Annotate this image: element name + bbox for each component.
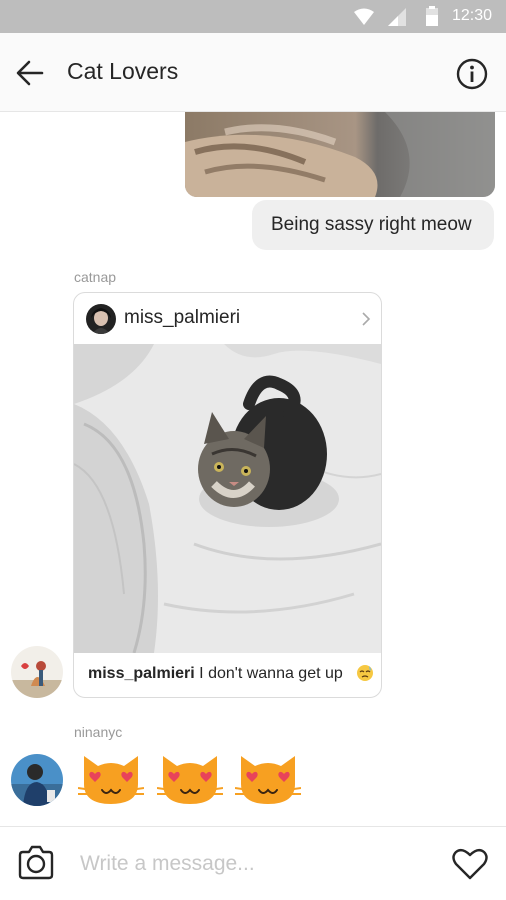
post-photo[interactable] <box>74 344 381 653</box>
avatar-catnap[interactable] <box>11 646 63 698</box>
caption-text: I don't wanna get up <box>194 665 343 682</box>
post-author-avatar <box>86 304 116 334</box>
heart-eyes-cat-icon <box>235 756 301 804</box>
sender-name: ninanyc <box>74 724 123 740</box>
chat-title: Cat Lovers <box>67 58 179 84</box>
sender-name: catnap <box>74 269 117 285</box>
sleepy-face-emoji-icon <box>357 665 373 681</box>
arrow-left-icon[interactable] <box>14 58 46 88</box>
post-caption: miss_palmieri I don't wanna get up <box>88 665 343 683</box>
text-message-bubble[interactable]: Being sassy right meow <box>252 200 494 250</box>
chat-header: Cat Lovers <box>0 33 506 112</box>
post-header[interactable]: miss_palmieri <box>74 293 381 344</box>
heart-eyes-cat-icon <box>78 756 144 804</box>
caption-username[interactable]: miss_palmieri <box>88 665 195 682</box>
battery-icon <box>426 6 438 26</box>
message-input[interactable] <box>80 847 430 881</box>
info-icon[interactable] <box>456 58 488 90</box>
emoji-message[interactable] <box>78 752 308 808</box>
message-composer <box>0 826 506 900</box>
wifi-icon <box>354 8 374 25</box>
heart-eyes-cat-icon <box>157 756 223 804</box>
status-time: 12:30 <box>452 7 493 24</box>
post-username[interactable]: miss_palmieri <box>124 307 240 329</box>
cat-fur-photo <box>185 112 495 197</box>
heart-icon[interactable] <box>452 848 488 880</box>
avatar-ninanyc[interactable] <box>11 754 63 806</box>
signal-icon <box>388 8 406 26</box>
chevron-right-icon <box>362 312 371 326</box>
shared-post-card[interactable]: miss_palmieri miss_palmieri I don't wann… <box>73 292 382 698</box>
camera-icon[interactable] <box>17 845 55 881</box>
status-bar: 12:30 <box>0 0 506 33</box>
photo-message[interactable] <box>185 112 495 197</box>
